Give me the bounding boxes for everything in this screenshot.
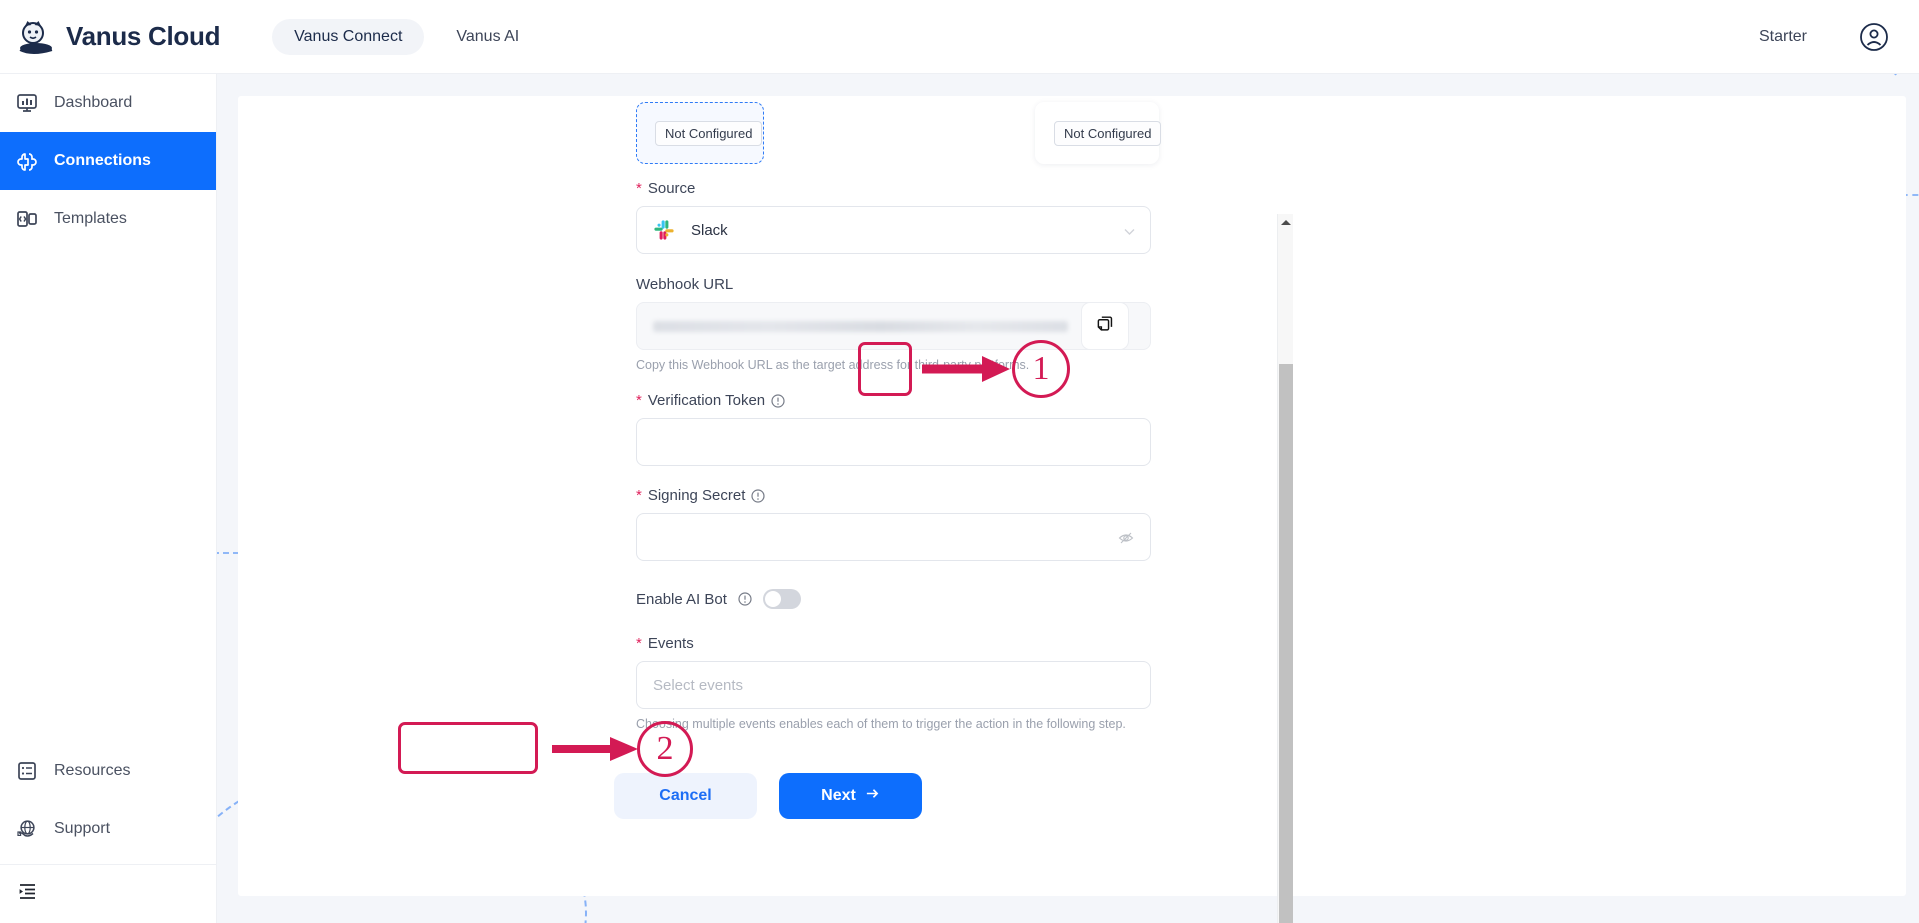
sidebar-item-templates[interactable]: Templates — [0, 190, 216, 248]
sidebar-item-resources[interactable]: Resources — [0, 742, 216, 800]
scroll-up-button[interactable] — [1278, 214, 1294, 231]
events-field: * Events Select events Choosing multiple… — [636, 635, 1151, 731]
info-circle-icon[interactable] — [738, 592, 752, 606]
info-circle-icon[interactable] — [771, 393, 785, 408]
webhook-url-label: Webhook URL — [636, 276, 1151, 293]
chevron-up-icon — [1281, 220, 1291, 225]
source-label: * Source — [636, 180, 1151, 197]
sidebar-collapse-button[interactable] — [0, 865, 216, 917]
sink-node-card[interactable]: Not Configured — [1035, 102, 1162, 164]
form-scroll-viewport: Not Configured Not Configured * Source S… — [238, 96, 1298, 896]
top-right-area: Starter — [1759, 22, 1889, 52]
label-text: Webhook URL — [636, 276, 734, 293]
signing-secret-input[interactable] — [636, 513, 1151, 561]
user-circle-icon[interactable] — [1859, 22, 1889, 52]
templates-panels-icon — [16, 208, 38, 230]
form-scrollbar[interactable] — [1277, 214, 1293, 923]
chevron-down-icon — [1123, 225, 1136, 238]
form-body: Not Configured Not Configured * Source S… — [238, 96, 1298, 819]
decorative-dashed-line-left — [217, 552, 239, 554]
next-button[interactable]: Next — [779, 773, 922, 819]
enable-ai-bot-toggle[interactable] — [762, 589, 801, 609]
label-text: Signing Secret — [647, 487, 746, 504]
signing-secret-field: * Signing Secret — [636, 487, 1151, 561]
enable-ai-bot-label: Enable AI Bot — [636, 590, 727, 608]
vanus-logo-icon — [16, 17, 56, 57]
verification-token-label: * Verification Token — [636, 392, 1151, 409]
sidebar-item-label: Support — [54, 820, 111, 837]
events-label: * Events — [636, 635, 1151, 652]
toggle-knob — [764, 591, 781, 607]
sidebar-item-label: Templates — [54, 210, 127, 227]
pipeline-status-row: Not Configured Not Configured — [238, 96, 1298, 180]
form-actions: Cancel Next — [238, 773, 1298, 819]
top-tabs: Vanus Connect Vanus AI — [272, 18, 541, 55]
sidebar-item-support[interactable]: Support — [0, 800, 216, 858]
events-hint: Choosing multiple events enables each of… — [636, 717, 1126, 731]
eye-off-icon[interactable] — [1118, 530, 1134, 546]
sidebar-bottom-group: Resources Support — [0, 742, 216, 923]
info-circle-icon[interactable] — [751, 488, 766, 503]
tab-vanus-ai[interactable]: Vanus AI — [434, 19, 541, 55]
sidebar-item-label: Connections — [54, 152, 151, 169]
enable-ai-bot-row: Enable AI Bot — [636, 589, 1151, 609]
verification-token-field: * Verification Token — [636, 392, 1151, 466]
verification-token-input[interactable] — [636, 418, 1151, 466]
plan-badge[interactable]: Starter — [1759, 28, 1807, 46]
next-button-label: Next — [821, 787, 856, 804]
cancel-button[interactable]: Cancel — [614, 773, 757, 819]
support-globe-hand-icon — [16, 818, 38, 840]
required-star: * — [636, 180, 642, 197]
top-bar: Vanus Cloud Vanus Connect Vanus AI Start… — [0, 0, 1919, 74]
main-content: Not Configured Not Configured * Source S… — [217, 74, 1919, 923]
required-star: * — [636, 635, 642, 652]
signing-secret-label: * Signing Secret — [636, 487, 1151, 504]
sidebar-item-label: Dashboard — [54, 94, 133, 111]
resources-list-icon — [16, 760, 38, 782]
sidebar-item-label: Resources — [54, 762, 131, 779]
source-value: Slack — [691, 221, 728, 239]
copy-webhook-url-button[interactable] — [1081, 302, 1129, 350]
webhook-url-field: Webhook URL Copy this Webhook URL as the… — [636, 276, 1151, 372]
required-star: * — [636, 487, 642, 504]
sidebar: Dashboard Connections Templates Resource… — [0, 74, 217, 923]
webhook-url-input[interactable] — [636, 302, 1151, 350]
label-text: Verification Token — [647, 392, 766, 409]
source-node-card[interactable]: Not Configured — [636, 102, 764, 164]
dashboard-monitor-icon — [16, 92, 38, 114]
connections-plug-icon — [16, 150, 38, 172]
arrow-right-icon — [865, 786, 880, 806]
label-text: Source — [647, 180, 696, 197]
source-field: * Source Slack — [636, 180, 1151, 254]
connection-setup-card: Not Configured Not Configured * Source S… — [238, 96, 1906, 923]
tab-vanus-connect[interactable]: Vanus Connect — [272, 18, 425, 55]
events-select-input[interactable]: Select events — [636, 661, 1151, 709]
status-badge: Not Configured — [655, 120, 763, 146]
slack-icon — [653, 219, 675, 241]
events-placeholder: Select events — [653, 676, 744, 694]
required-star: * — [636, 392, 642, 409]
sidebar-item-connections[interactable]: Connections — [0, 132, 216, 190]
enable-ai-bot-field: Enable AI Bot — [636, 589, 1151, 609]
source-select[interactable]: Slack — [636, 206, 1151, 254]
collapse-sidebar-icon — [16, 880, 38, 902]
brand: Vanus Cloud — [16, 17, 220, 57]
brand-name: Vanus Cloud — [66, 21, 221, 51]
webhook-url-hint: Copy this Webhook URL as the target addr… — [636, 358, 1030, 372]
webhook-url-row — [636, 302, 1151, 350]
scrollbar-thumb[interactable] — [1279, 364, 1293, 923]
label-text: Events — [647, 635, 694, 652]
masked-url-value — [653, 320, 1068, 332]
copy-icon — [1095, 314, 1115, 339]
sidebar-item-dashboard[interactable]: Dashboard — [0, 74, 216, 132]
status-badge: Not Configured — [1054, 120, 1162, 146]
